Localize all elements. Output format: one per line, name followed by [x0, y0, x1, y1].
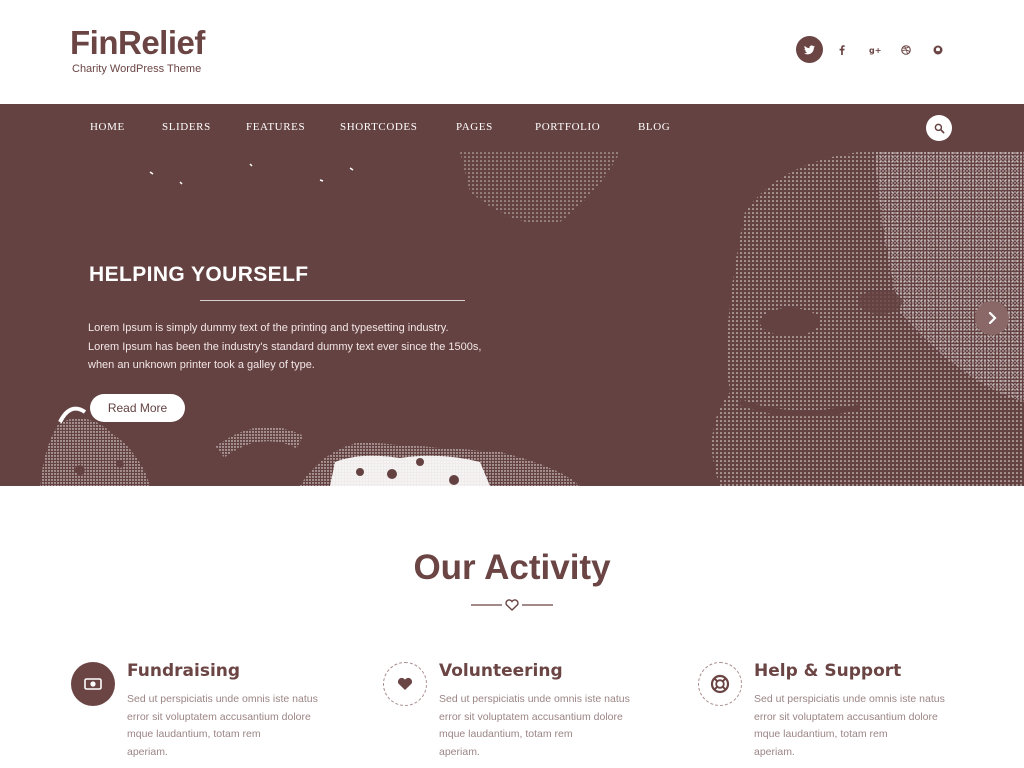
- feature-text: Sed ut perspiciatis unde omnis iste natu…: [439, 691, 649, 761]
- money-icon: [71, 662, 115, 706]
- read-more-button[interactable]: Read More: [90, 394, 185, 422]
- site-header: FinRelief Charity WordPress Theme g+: [0, 0, 1024, 104]
- feature-text-line: Sed ut perspiciatis unde omnis iste natu…: [754, 693, 945, 705]
- nav-item-blog[interactable]: BLOG: [638, 121, 670, 133]
- main-nav: HOME SLIDERS FEATURES SHORTCODES PAGES P…: [0, 104, 1024, 152]
- feature-title[interactable]: Fundraising: [127, 661, 240, 681]
- feature-text-line: aperiam.: [754, 745, 795, 758]
- search-button[interactable]: [926, 115, 952, 141]
- feature-text-line: mque laudantium, totam rem: [127, 728, 261, 740]
- svg-text:g+: g+: [869, 46, 881, 55]
- google-plus-icon[interactable]: g+: [866, 36, 884, 64]
- github-icon[interactable]: [930, 36, 946, 64]
- feature-text: Sed ut perspiciatis unde omnis iste natu…: [127, 691, 337, 761]
- hero-slider: HELPING YOURSELF Lorem Ipsum is simply d…: [0, 152, 1024, 486]
- nav-item-shortcodes[interactable]: SHORTCODES: [340, 121, 417, 133]
- hero-text-line: Lorem Ipsum is simply dummy text of the …: [88, 322, 449, 334]
- feature-text: Sed ut perspiciatis unde omnis iste natu…: [754, 691, 964, 761]
- hero-text-line: Lorem Ipsum has been the industry's stan…: [88, 340, 482, 353]
- feature-volunteering: Volunteering Sed ut perspiciatis unde om…: [383, 658, 673, 768]
- facebook-icon[interactable]: [834, 36, 850, 64]
- hero-text-line: when an unknown printer took a galley of…: [88, 359, 315, 371]
- feature-title[interactable]: Help & Support: [754, 661, 901, 681]
- heart-icon: [505, 599, 519, 611]
- section-title: Our Activity: [413, 548, 611, 587]
- life-ring-icon: [698, 662, 742, 706]
- feature-text-line: Sed ut perspiciatis unde omnis iste natu…: [127, 693, 318, 705]
- nav-item-home[interactable]: HOME: [90, 121, 125, 133]
- feature-text-line: mque laudantium, totam rem: [754, 728, 888, 740]
- nav-item-pages[interactable]: PAGES: [456, 121, 493, 133]
- hero-title: HELPING YOURSELF: [89, 263, 309, 286]
- feature-text-line: error sit voluptatem accusantium dolore: [754, 710, 938, 723]
- search-icon: [934, 123, 944, 133]
- heart-divider: [471, 599, 553, 611]
- feature-text-line: aperiam.: [439, 745, 480, 758]
- site-tagline: Charity WordPress Theme: [72, 63, 202, 75]
- dribbble-icon[interactable]: [898, 36, 914, 64]
- slider-next-button[interactable]: [975, 301, 1009, 335]
- chevron-right-icon: [988, 312, 997, 324]
- feature-text-line: error sit voluptatem accusantium dolore: [439, 710, 623, 723]
- feature-text-line: error sit voluptatem accusantium dolore: [127, 710, 311, 723]
- nav-item-portfolio[interactable]: PORTFOLIO: [535, 121, 600, 133]
- hero-description: Lorem Ipsum is simply dummy text of the …: [88, 319, 488, 375]
- feature-text-line: Sed ut perspiciatis unde omnis iste natu…: [439, 693, 630, 705]
- feature-text-line: mque laudantium, totam rem: [439, 728, 573, 740]
- nav-item-sliders[interactable]: SLIDERS: [162, 121, 211, 133]
- feature-help-support: Help & Support Sed ut perspiciatis unde …: [698, 658, 988, 768]
- twitter-icon[interactable]: [796, 36, 823, 63]
- feature-text-line: aperiam.: [127, 745, 168, 758]
- site-logo[interactable]: FinRelief: [70, 24, 205, 62]
- nav-item-features[interactable]: FEATURES: [246, 121, 305, 133]
- feature-title[interactable]: Volunteering: [439, 661, 563, 681]
- feature-fundraising: Fundraising Sed ut perspiciatis unde omn…: [71, 658, 361, 768]
- hero-divider: [200, 300, 465, 301]
- heart-icon: [383, 662, 427, 706]
